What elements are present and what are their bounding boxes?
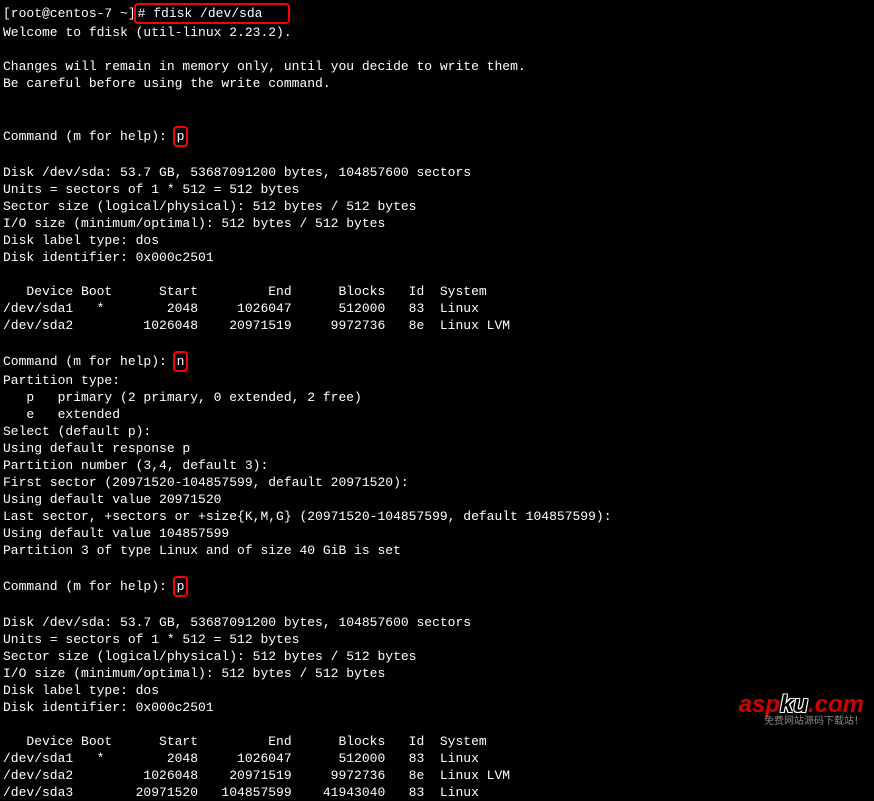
- disk-info: Disk /dev/sda: 53.7 GB, 53687091200 byte…: [3, 615, 471, 630]
- warning-line-2: Be careful before using the write comman…: [3, 76, 331, 91]
- units-info: Units = sectors of 1 * 512 = 512 bytes: [3, 182, 299, 197]
- disk-info: Disk /dev/sda: 53.7 GB, 53687091200 byte…: [3, 165, 471, 180]
- partition-table-header: Device Boot Start End Blocks Id System: [3, 734, 487, 749]
- partition-table-header: Device Boot Start End Blocks Id System: [3, 284, 487, 299]
- highlighted-input-p: p: [173, 126, 189, 147]
- disk-label-info: Disk label type: dos: [3, 233, 159, 248]
- default-value-1: Using default value 20971520: [3, 492, 221, 507]
- terminal-output: [root@centos-7 ~]# fdisk /dev/sda Welcom…: [3, 3, 871, 801]
- watermark-text: aspku.com: [739, 696, 864, 713]
- highlighted-input-n: n: [173, 351, 189, 372]
- sector-size-info: Sector size (logical/physical): 512 byte…: [3, 199, 416, 214]
- first-sector-prompt: First sector (20971520-104857599, defaul…: [3, 475, 409, 490]
- io-size-info: I/O size (minimum/optimal): 512 bytes / …: [3, 216, 385, 231]
- default-value-2: Using default value 104857599: [3, 526, 229, 541]
- default-response: Using default response p: [3, 441, 190, 456]
- partition-type-extended: e extended: [3, 407, 120, 422]
- command-prompt: Command (m for help):: [3, 354, 175, 369]
- highlighted-input-p: p: [173, 576, 189, 597]
- watermark-logo: aspku.com 免费网站源码下载站！: [739, 696, 864, 730]
- welcome-line: Welcome to fdisk (util-linux 2.23.2).: [3, 25, 292, 40]
- partition-type-primary: p primary (2 primary, 0 extended, 2 free…: [3, 390, 362, 405]
- partition-row-sda2: /dev/sda2 1026048 20971519 9972736 8e Li…: [3, 318, 510, 333]
- io-size-info: I/O size (minimum/optimal): 512 bytes / …: [3, 666, 385, 681]
- partition-row-sda1: /dev/sda1 * 2048 1026047 512000 83 Linux: [3, 751, 479, 766]
- disk-id-info: Disk identifier: 0x000c2501: [3, 700, 214, 715]
- last-sector-prompt: Last sector, +sectors or +size{K,M,G} (2…: [3, 509, 612, 524]
- warning-line-1: Changes will remain in memory only, unti…: [3, 59, 526, 74]
- select-prompt: Select (default p):: [3, 424, 151, 439]
- command-prompt: Command (m for help):: [3, 579, 175, 594]
- partition-row-sda2: /dev/sda2 1026048 20971519 9972736 8e Li…: [3, 768, 510, 783]
- partition-type-header: Partition type:: [3, 373, 120, 388]
- units-info: Units = sectors of 1 * 512 = 512 bytes: [3, 632, 299, 647]
- highlighted-command: # fdisk /dev/sda: [134, 3, 290, 24]
- command-prompt: Command (m for help):: [3, 129, 175, 144]
- partition-row-sda3: /dev/sda3 20971520 104857599 41943040 83…: [3, 785, 479, 800]
- partition-set-info: Partition 3 of type Linux and of size 40…: [3, 543, 401, 558]
- partition-row-sda1: /dev/sda1 * 2048 1026047 512000 83 Linux: [3, 301, 479, 316]
- sector-size-info: Sector size (logical/physical): 512 byte…: [3, 649, 416, 664]
- shell-prompt: [root@centos-7 ~]: [3, 6, 136, 21]
- disk-id-info: Disk identifier: 0x000c2501: [3, 250, 214, 265]
- disk-label-info: Disk label type: dos: [3, 683, 159, 698]
- partition-number-prompt: Partition number (3,4, default 3):: [3, 458, 268, 473]
